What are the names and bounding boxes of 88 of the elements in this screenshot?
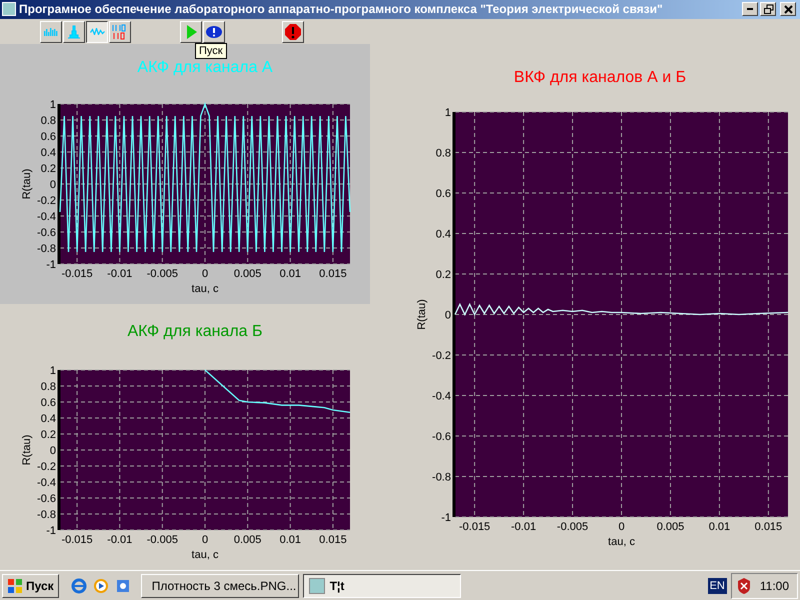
app-icon [308, 578, 325, 594]
axis-tick-label: 0.8 [40, 381, 56, 394]
close-icon [782, 4, 794, 15]
taskbar-button[interactable]: Плотность 3 смесь.PNG... [140, 574, 299, 598]
chart-title: ВКФ для каналов А и Б [514, 68, 686, 88]
axis-tick-label: -0.005 [556, 521, 588, 534]
desktop-icon [114, 578, 131, 594]
axis-tick-label: 0.015 [319, 534, 347, 546]
axis-tick-label: 0.6 [40, 131, 56, 144]
axis-tick-label: -0.8 [37, 509, 56, 522]
axis-tick-label: 0.005 [234, 534, 262, 546]
wave-icon [90, 28, 104, 36]
shield-icon [736, 576, 752, 595]
app-icon [2, 2, 16, 16]
axis-tick-label: 0.2 [40, 429, 56, 442]
start-button[interactable]: Пуск [2, 574, 59, 598]
axis-tick-label: 0 [444, 310, 451, 322]
axis-label: R(tau) [21, 435, 33, 466]
axis-tick-label: -1 [46, 259, 56, 272]
axis-tick-label: -1 [46, 525, 56, 538]
axis-tick-label: -0.01 [107, 268, 132, 280]
axis-tick-label: -0.015 [61, 534, 93, 546]
axis-tick-label: -0.8 [432, 472, 451, 484]
axis-tick-label: 0 [202, 268, 208, 280]
axis-tick-label: 0 [50, 445, 56, 458]
axis-tick-label: 0.005 [234, 268, 262, 280]
chart-title: АКФ для канала А [137, 58, 273, 78]
axis-tick-label: -0.01 [107, 534, 132, 546]
axis-tick-label: 1 [50, 365, 56, 378]
tooltip: Пуск [195, 42, 227, 59]
axis-tick-label: -0.015 [458, 521, 490, 534]
browser-icon [70, 578, 87, 594]
stop-sign-icon [284, 22, 302, 41]
axis-tick-label: 0.01 [280, 268, 301, 280]
axis-tick-label: -0.4 [432, 390, 451, 403]
axis-label: R(tau) [21, 169, 33, 200]
restore-button[interactable] [760, 2, 776, 16]
axis-tick-label: -0.005 [146, 534, 178, 546]
axis-tick-label: -0.4 [37, 477, 56, 490]
axis-tick-label: -0.2 [37, 461, 56, 474]
axis-tick-label: 0.4 [40, 147, 56, 160]
axis-tick-label: -0.8 [37, 243, 56, 256]
axis-tick-label: 0.4 [40, 413, 56, 426]
axis-tick-label: 0.6 [40, 397, 56, 410]
axis-tick-label: -1 [441, 512, 451, 524]
restore-icon [762, 4, 774, 15]
axis-tick-label: 0 [202, 534, 208, 546]
axis-tick-label: 0.8 [436, 148, 451, 160]
axis-tick-label: 0.4 [436, 228, 451, 241]
media-player-icon [92, 578, 109, 594]
axis-tick-label: -0.005 [146, 268, 178, 280]
minimize-icon [747, 8, 753, 10]
axis-tick-label: -0.2 [432, 350, 451, 362]
axis-tick-label: -0.2 [37, 195, 56, 208]
axis-tick-label: -0.6 [37, 227, 56, 240]
axis-tick-label: 1 [50, 99, 56, 112]
axis-tick-label: 0 [618, 521, 625, 534]
axis-tick-label: -0.6 [37, 493, 56, 506]
axis-label: R(tau) [416, 300, 428, 330]
axis-tick-label: -0.01 [511, 521, 536, 534]
axis-tick-label: 1 [444, 107, 451, 120]
toolbar-button[interactable] [86, 20, 108, 43]
axis-tick-label: 0.01 [280, 534, 301, 546]
axis-tick-label: 0.6 [436, 188, 451, 200]
axis-label: tau, c [608, 536, 635, 548]
bar-graph-icon [44, 28, 58, 36]
axis-tick-label: 0.8 [40, 115, 56, 128]
axis-tick-label: -0.015 [61, 268, 93, 280]
language-indicator[interactable]: EN [708, 578, 727, 594]
clock: 11:00 [760, 578, 789, 593]
histogram-icon [65, 22, 83, 41]
taskbar-button[interactable]: T¦t [302, 574, 461, 598]
windows-logo-icon [7, 578, 23, 594]
axis-tick-label: 0.015 [754, 521, 782, 534]
axis-tick-label: 0.01 [708, 521, 730, 534]
axis-tick-label: 0.015 [319, 268, 347, 280]
axis-tick-label: 0.2 [40, 163, 56, 176]
axis-tick-label: 0 [50, 179, 56, 192]
axis-tick-label: -0.6 [432, 431, 451, 444]
axis-label: tau, c [192, 549, 218, 562]
close-button[interactable] [780, 2, 796, 16]
window-title: Програмное обеспечение лабораторного аппаратно-програмного комплекса "Теория электрической связи" [19, 2, 664, 16]
axis-label: tau, c [192, 283, 218, 296]
axis-tick-label: 0.005 [656, 521, 684, 534]
axis-tick-label: 0.2 [436, 269, 451, 282]
axis-tick-label: -0.4 [37, 211, 56, 224]
minimize-button[interactable] [742, 2, 758, 16]
chart-title: АКФ для канала Б [128, 322, 262, 342]
